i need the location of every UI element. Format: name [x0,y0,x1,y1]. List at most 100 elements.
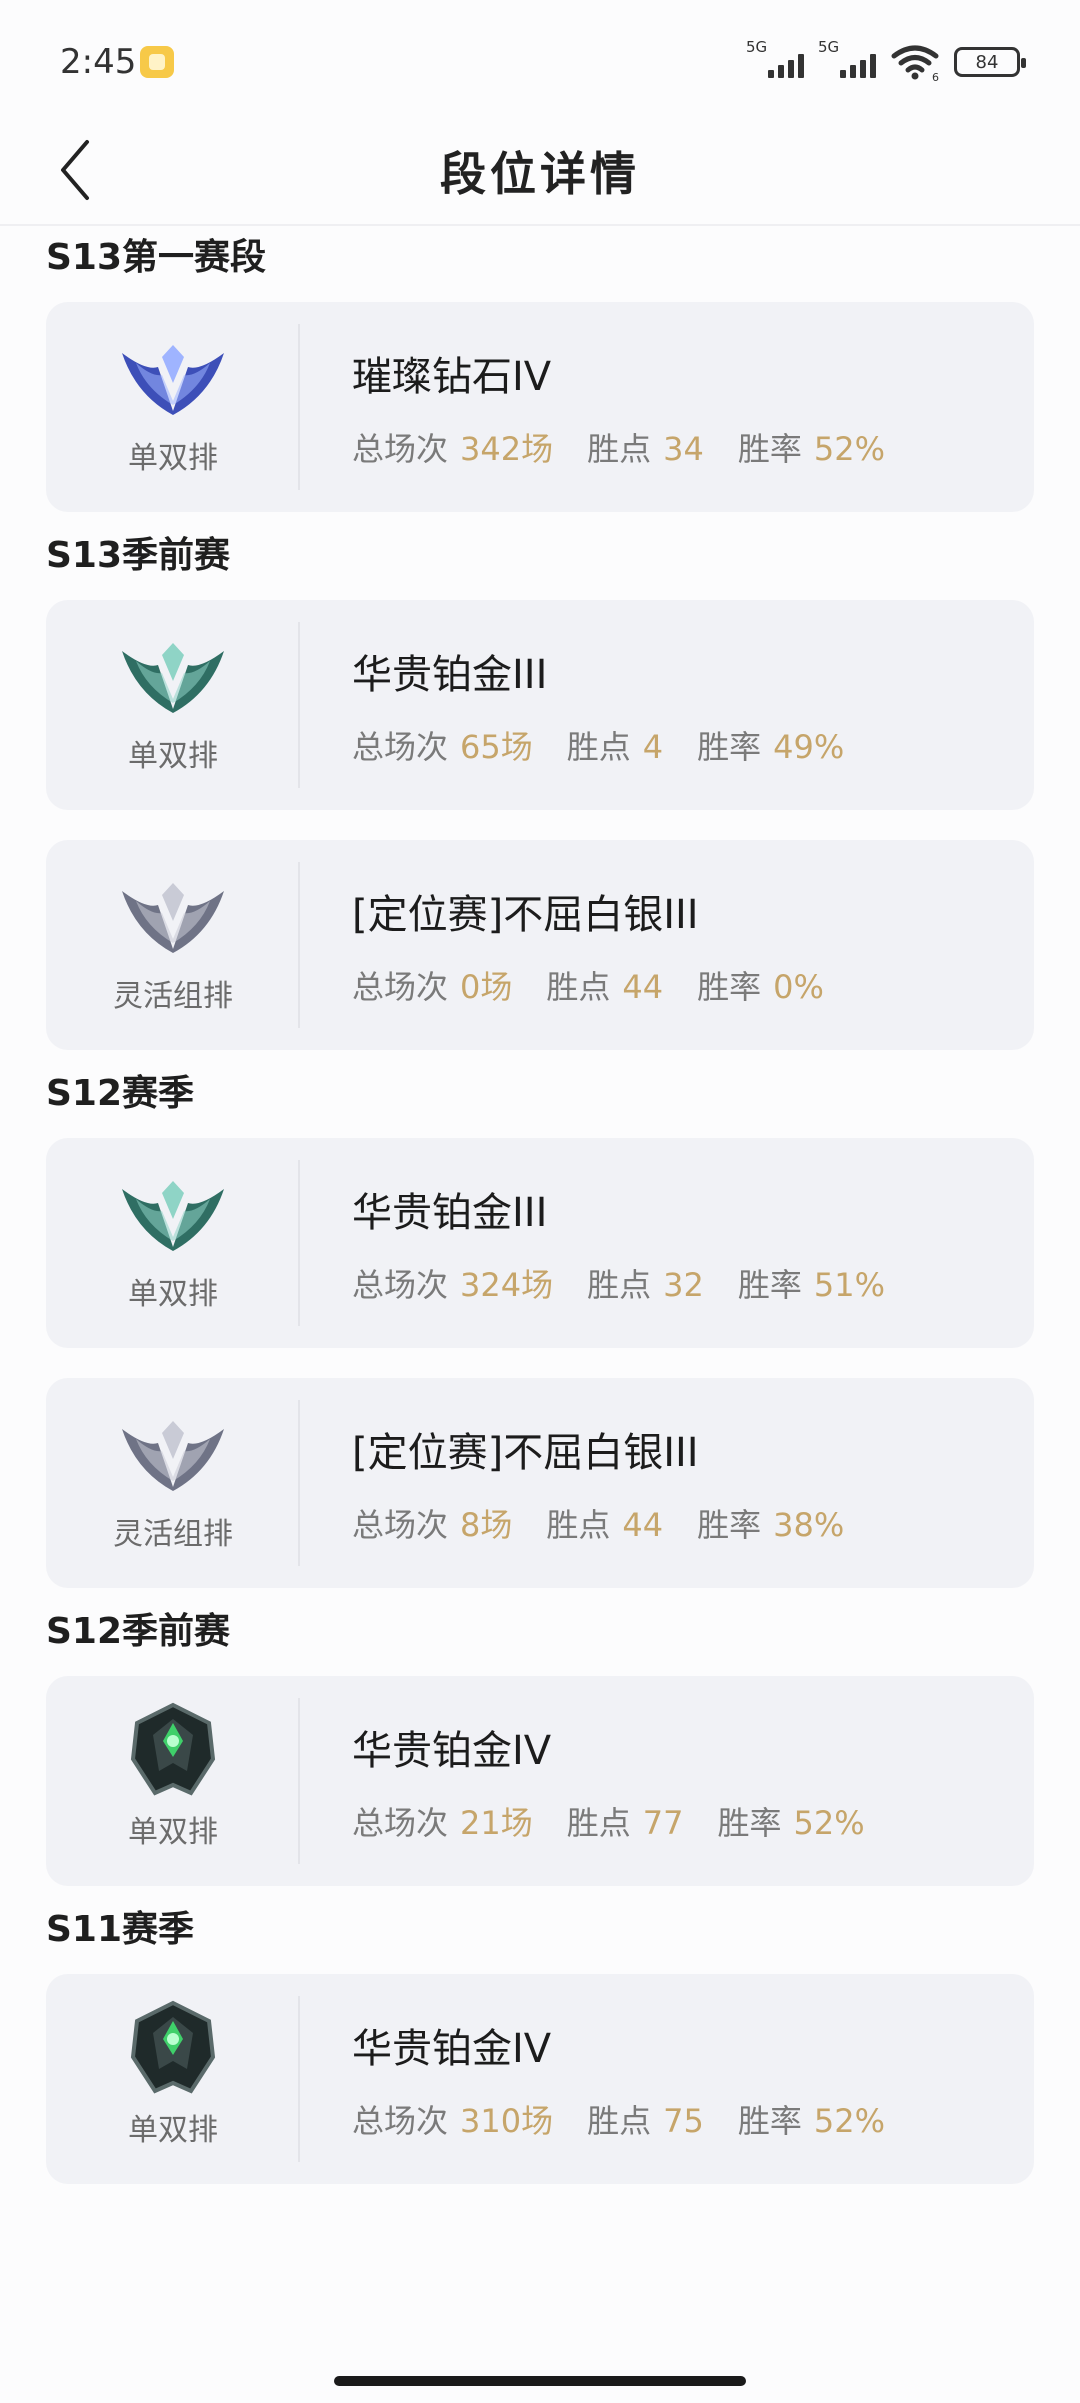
cellular-signal-2-icon: 5G [818,38,876,82]
games-label: 总场次 [352,1266,449,1304]
rank-card[interactable]: 单双排 华贵铂金III 总场次 65场 胜点 4 胜率 49% [46,600,1034,810]
rank-name: 华贵铂金III [352,1190,548,1236]
rank-emblem-block: 单双排 [46,1974,300,2184]
rank-info: [定位赛]不屈白银III 总场次 8场 胜点 44 胜率 38% [300,1420,844,1546]
battery-icon: 84 [954,47,1026,77]
rank-name: [定位赛]不屈白银III [352,1430,699,1476]
winrate-value: 0% [773,968,824,1006]
status-bar: 2:45 5G 5G 6 84 [0,0,1080,120]
svg-text:6: 6 [932,71,939,82]
silver-emblem-icon [118,875,228,955]
rank-info: 华贵铂金IV 总场次 310场 胜点 75 胜率 52% [300,2016,885,2142]
rank-emblem-block: 灵活组排 [46,840,300,1050]
app-header: 段位详情 [0,120,1080,226]
rank-stats: 总场次 0场 胜点 44 胜率 0% [352,962,824,1008]
rank-info: 华贵铂金IV 总场次 21场 胜点 77 胜率 52% [300,1718,865,1844]
points-value: 77 [642,1804,684,1842]
rank-info: 华贵铂金III 总场次 65场 胜点 4 胜率 49% [300,642,844,768]
rank-stats: 总场次 324场 胜点 32 胜率 51% [352,1260,885,1306]
page-title: 段位详情 [440,147,640,201]
rank-name: 华贵铂金IV [352,2026,552,2072]
points-label: 胜点 [587,1266,652,1304]
platinum-emblem-icon [118,635,228,715]
points-label: 胜点 [566,1804,631,1842]
winrate-value: 52% [813,2102,885,2140]
rank-emblem-block: 单双排 [46,600,300,810]
games-label: 总场次 [352,728,449,766]
rank-stats: 总场次 65场 胜点 4 胜率 49% [352,722,844,768]
winrate-label: 胜率 [697,1506,762,1544]
rank-card[interactable]: 单双排 华贵铂金IV 总场次 310场 胜点 75 胜率 52% [46,1974,1034,2184]
games-label: 总场次 [352,968,449,1006]
winrate-label: 胜率 [737,2102,802,2140]
winrate-value: 49% [773,728,845,766]
diamond-emblem-icon [118,337,228,417]
winrate-label: 胜率 [697,728,762,766]
games-label: 总场次 [352,1506,449,1544]
rank-name: [定位赛]不屈白银III [352,892,699,938]
wifi-icon: 6 [891,45,939,82]
rank-stats: 总场次 310场 胜点 75 胜率 52% [352,2096,885,2142]
winrate-value: 52% [793,1804,865,1842]
games-value: 310场 [460,2102,554,2140]
points-label: 胜点 [566,728,631,766]
points-value: 32 [663,1266,704,1304]
section-title: S13季前赛 [46,535,231,576]
rank-name: 璀璨钻石IV [352,354,552,400]
games-value: 21场 [460,1804,533,1842]
rank-stats: 总场次 8场 胜点 44 胜率 38% [352,1500,844,1546]
winrate-label: 胜率 [737,430,802,468]
rank-emblem-block: 单双排 [46,1676,300,1886]
points-value: 75 [663,2102,704,2140]
points-value: 44 [622,1506,664,1544]
rank-info: 华贵铂金III 总场次 324场 胜点 32 胜率 51% [300,1180,885,1306]
notification-app-icon [140,46,174,78]
queue-type: 单双排 [128,739,218,774]
section-title: S12赛季 [46,1073,195,1114]
points-label: 胜点 [546,968,611,1006]
queue-type: 灵活组排 [113,1517,233,1552]
platinum-crest-emblem-icon [118,2000,228,2094]
rank-card[interactable]: 灵活组排 [定位赛]不屈白银III 总场次 0场 胜点 44 胜率 0% [46,840,1034,1050]
games-label: 总场次 [352,1804,449,1842]
winrate-value: 38% [773,1506,845,1544]
winrate-label: 胜率 [717,1804,782,1842]
rank-card[interactable]: 单双排 华贵铂金IV 总场次 21场 胜点 77 胜率 52% [46,1676,1034,1886]
winrate-value: 51% [813,1266,885,1304]
platinum-emblem-icon [118,1173,228,1253]
season-rank-list: S13第一赛段 单双排 璀璨钻石IV 总场次 342场 胜点 34 胜率 52% S13季前赛 单双… [0,228,1080,2184]
rank-card[interactable]: 单双排 华贵铂金III 总场次 324场 胜点 32 胜率 51% [46,1138,1034,1348]
cellular-signal-1-icon: 5G [746,38,804,82]
status-icons: 5G 5G 6 84 [746,38,1026,84]
queue-type: 单双排 [128,2113,218,2148]
section-title: S13第一赛段 [46,237,267,278]
queue-type: 灵活组排 [113,979,233,1014]
games-label: 总场次 [352,2102,449,2140]
winrate-value: 52% [813,430,885,468]
games-value: 0场 [460,968,513,1006]
rank-info: 璀璨钻石IV 总场次 342场 胜点 34 胜率 52% [300,344,885,470]
queue-type: 单双排 [128,1815,218,1850]
section-title: S12季前赛 [46,1611,231,1652]
home-indicator[interactable] [334,2376,746,2386]
rank-card[interactable]: 单双排 璀璨钻石IV 总场次 342场 胜点 34 胜率 52% [46,302,1034,512]
status-time: 2:45 [60,42,137,82]
rank-name: 华贵铂金III [352,652,548,698]
points-label: 胜点 [546,1506,611,1544]
points-label: 胜点 [587,430,652,468]
points-value: 44 [622,968,664,1006]
rank-name: 华贵铂金IV [352,1728,552,1774]
points-value: 34 [663,430,704,468]
rank-info: [定位赛]不屈白银III 总场次 0场 胜点 44 胜率 0% [300,882,824,1008]
rank-card[interactable]: 灵活组排 [定位赛]不屈白银III 总场次 8场 胜点 44 胜率 38% [46,1378,1034,1588]
rank-emblem-block: 灵活组排 [46,1378,300,1588]
section-title: S11赛季 [46,1909,195,1950]
platinum-crest-emblem-icon [118,1702,228,1796]
games-label: 总场次 [352,430,449,468]
rank-emblem-block: 单双排 [46,1138,300,1348]
rank-stats: 总场次 342场 胜点 34 胜率 52% [352,424,885,470]
games-value: 324场 [460,1266,554,1304]
silver-emblem-icon [118,1413,228,1493]
winrate-label: 胜率 [737,1266,802,1304]
queue-type: 单双排 [128,1277,218,1312]
